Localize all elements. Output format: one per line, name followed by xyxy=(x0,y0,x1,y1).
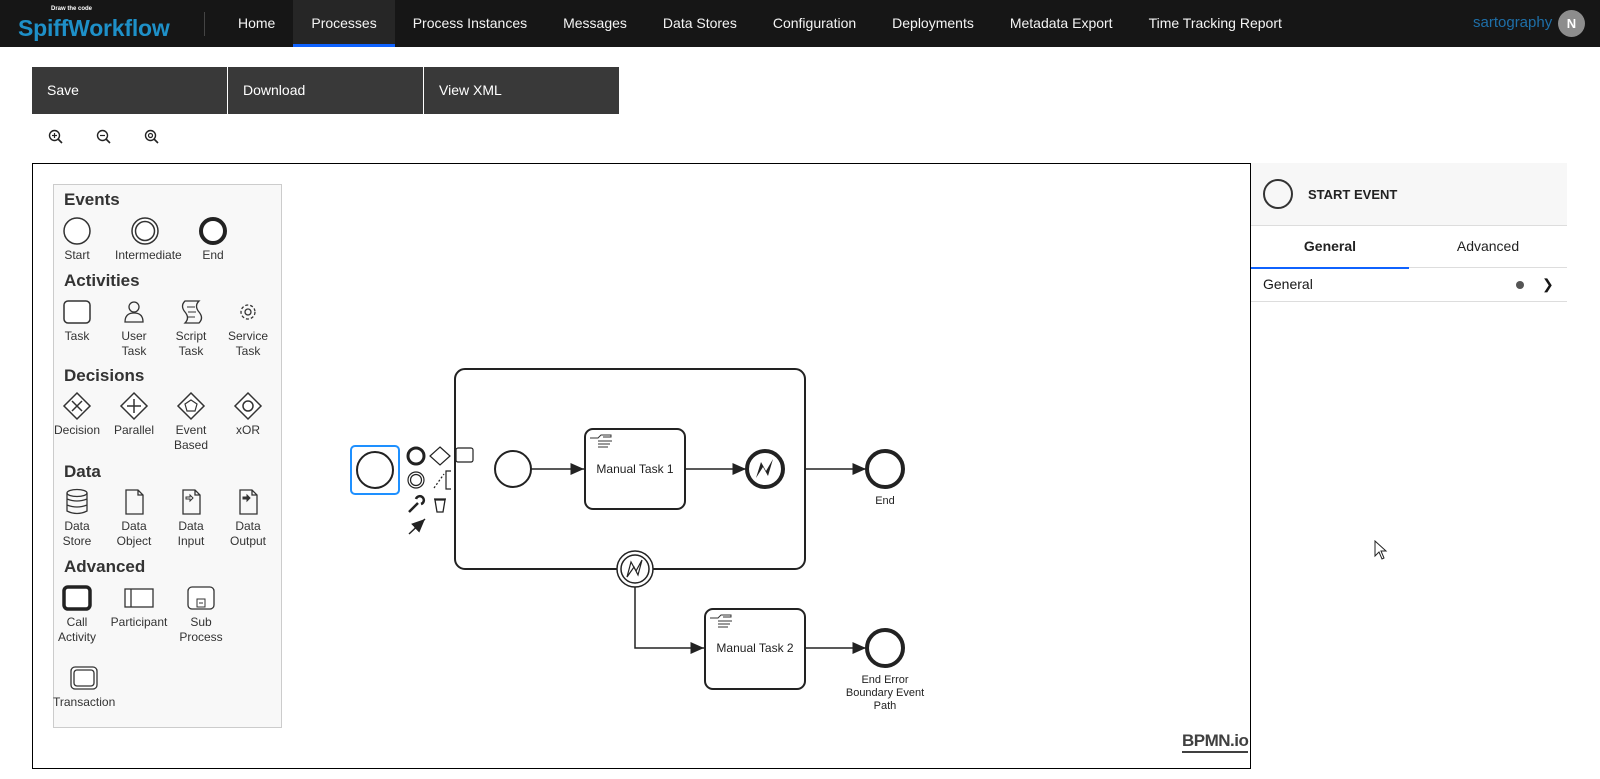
chevron-right-icon[interactable]: ❯ xyxy=(1542,268,1554,301)
palette-user-task[interactable]: User Task xyxy=(104,297,164,359)
bpmn-io-watermark[interactable]: BPMN.io xyxy=(1182,731,1249,753)
call-activity-icon xyxy=(62,585,92,611)
palette-intermediate-event[interactable]: Intermediate xyxy=(115,216,182,263)
start-event-icon xyxy=(1263,179,1293,209)
tab-advanced[interactable]: Advanced xyxy=(1409,225,1567,268)
end-error-label-line2: Boundary Event xyxy=(846,687,924,699)
group-general-label: General xyxy=(1263,276,1313,292)
task-icon xyxy=(63,300,91,324)
intermediate-event-icon xyxy=(131,217,159,245)
sequence-flow[interactable] xyxy=(634,587,704,654)
palette-task[interactable]: Task xyxy=(47,297,107,344)
database-icon xyxy=(66,488,88,515)
gear-icon xyxy=(240,304,256,320)
data-indicator-dot xyxy=(1516,281,1524,289)
palette-data-object[interactable]: Data Object xyxy=(104,487,164,549)
document-icon xyxy=(125,489,144,515)
end-error-label-line1: End Error xyxy=(861,674,908,686)
context-connect-icon[interactable] xyxy=(408,518,426,535)
end-event[interactable] xyxy=(865,449,905,489)
sub-process-icon xyxy=(187,586,215,610)
group-general[interactable]: General ❯ xyxy=(1251,268,1567,302)
palette-end-event[interactable]: End xyxy=(183,216,243,263)
error-end-event[interactable] xyxy=(745,449,785,489)
manual-task-2-label: Manual Task 2 xyxy=(716,641,793,655)
context-association-icon[interactable] xyxy=(433,473,445,489)
palette-event-based[interactable]: Event Based xyxy=(161,391,221,453)
palette-heading-decisions: Decisions xyxy=(64,366,145,385)
palette-xor[interactable]: xOR xyxy=(218,391,278,438)
user-icon xyxy=(124,301,144,323)
palette-start-event[interactable]: Start xyxy=(47,216,107,263)
transaction-icon xyxy=(70,666,98,690)
palette-heading-events: Events xyxy=(64,190,120,209)
palette-participant[interactable]: Participant xyxy=(109,583,169,630)
context-task-icon[interactable] xyxy=(455,447,474,463)
mouse-cursor-icon xyxy=(1374,540,1388,560)
palette-service-task[interactable]: Service Task xyxy=(218,297,278,359)
palette-decision[interactable]: Decision xyxy=(47,391,107,438)
end-event-icon xyxy=(199,217,227,245)
inclusive-gateway-icon xyxy=(233,391,263,421)
participant-icon xyxy=(124,588,154,608)
script-icon xyxy=(181,300,203,324)
data-output-icon xyxy=(239,489,258,515)
context-annotation-icon[interactable] xyxy=(445,470,451,490)
context-end-event-icon[interactable] xyxy=(406,446,426,466)
palette-heading-activities: Activities xyxy=(64,271,140,290)
bpmn-palette: Events Start Intermediate End Activities… xyxy=(53,184,282,728)
manual-task-1-label: Manual Task 1 xyxy=(596,462,673,476)
end-event-label: End xyxy=(875,495,895,507)
palette-call-activity[interactable]: Call Activity xyxy=(47,583,107,645)
end-error-label-line3: Path xyxy=(874,700,897,712)
palette-data-input[interactable]: Data Input xyxy=(161,487,221,549)
palette-parallel[interactable]: Parallel xyxy=(104,391,164,438)
data-input-icon xyxy=(182,489,201,515)
start-event-icon xyxy=(63,217,91,245)
end-error-event[interactable] xyxy=(865,628,905,668)
context-wrench-icon[interactable] xyxy=(408,494,426,513)
properties-title: START EVENT xyxy=(1308,187,1398,202)
context-gateway-icon[interactable] xyxy=(429,446,451,466)
palette-heading-advanced: Advanced xyxy=(64,557,146,576)
palette-heading-data: Data xyxy=(64,462,101,481)
tab-general[interactable]: General xyxy=(1251,225,1409,269)
palette-script-task[interactable]: Script Task xyxy=(161,297,221,359)
palette-transaction[interactable]: Transaction xyxy=(53,663,115,710)
properties-panel: START EVENT General Advanced General ❯ xyxy=(1251,163,1567,769)
event-based-gateway-icon xyxy=(176,391,206,421)
properties-header: START EVENT xyxy=(1251,163,1567,226)
exclusive-gateway-icon xyxy=(62,391,92,421)
palette-data-store[interactable]: Data Store xyxy=(47,487,107,549)
palette-data-output[interactable]: Data Output xyxy=(218,487,278,549)
start-event[interactable] xyxy=(356,451,394,489)
context-delete-icon[interactable] xyxy=(434,498,446,513)
parallel-gateway-icon xyxy=(119,391,149,421)
palette-sub-process[interactable]: Sub Process xyxy=(171,583,231,645)
inner-start-event[interactable] xyxy=(494,450,532,488)
